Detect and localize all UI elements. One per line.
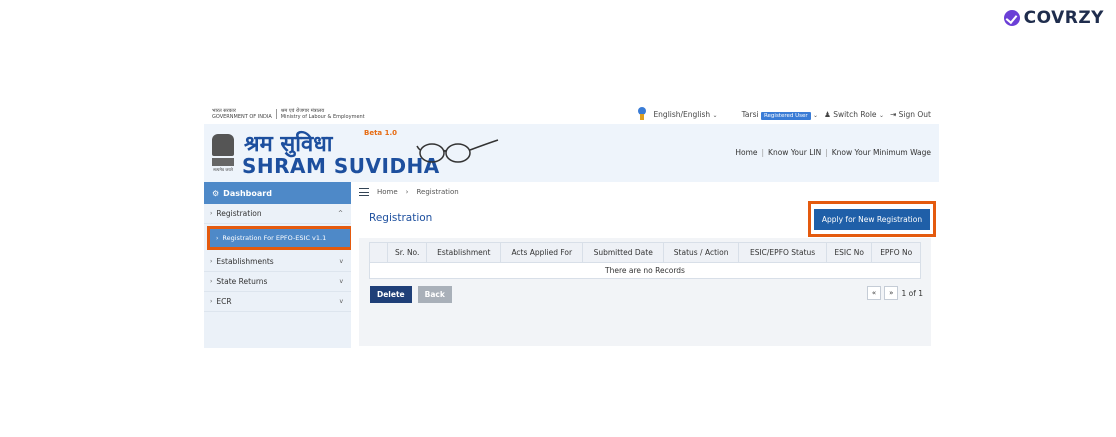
top-right-menu: English/English ⌄ Tarsi Registered User …: [637, 107, 931, 121]
pager-info: 1 of 1: [901, 288, 923, 298]
chevron-right-icon: ›: [210, 210, 213, 217]
chevron-down-icon: v: [339, 258, 343, 265]
chevron-down-icon: v: [339, 298, 343, 305]
users-icon: ♟: [824, 109, 831, 119]
nav-divider: |: [825, 148, 828, 157]
col-esic-epfo-status: ESIC/EPFO Status: [738, 242, 827, 263]
gov-line2b: Ministry of Labour & Employment: [280, 114, 365, 120]
covrzy-brand-name: COVRZY: [1023, 8, 1104, 28]
user-role-tag: Registered User: [760, 111, 811, 120]
language-select[interactable]: English/English ⌄: [653, 110, 717, 119]
nav-divider: |: [761, 148, 765, 157]
chevron-down-icon: ⌄: [712, 111, 718, 119]
gov-line1b: GOVERNMENT OF INDIA: [212, 114, 272, 120]
breadcrumb-current: Registration: [416, 188, 459, 196]
sidebar-item-label: ECR: [216, 297, 232, 306]
gov-label: भारत सरकार GOVERNMENT OF INDIA श्रम एवं …: [204, 108, 365, 120]
sidebar-item-label: Establishments: [216, 257, 274, 266]
site-title: SHRAM SUVIDHA: [242, 154, 440, 178]
pager-next-button[interactable]: »: [884, 286, 899, 300]
col-status-action: Status / Action: [662, 242, 740, 263]
registrations-card: Sr. No. Establishment Acts Applied For S…: [359, 238, 931, 346]
breadcrumb-separator: ›: [405, 188, 409, 196]
sidebar-subitem-registration-epfo-esic[interactable]: › Registration For EPFO-ESIC v1.1: [207, 226, 353, 250]
national-emblem-icon: सत्यमेव जयते: [212, 134, 234, 172]
chevron-down-icon: ⌄: [878, 111, 884, 119]
swachh-bharat-glasses-logo: [416, 138, 500, 166]
covrzy-shield-icon: [1003, 10, 1020, 26]
user-menu[interactable]: Tarsi Registered User ⌄: [741, 109, 819, 120]
pager-first-button[interactable]: «: [866, 286, 882, 300]
sidebar-item-establishments[interactable]: › Establishments v: [204, 252, 351, 272]
site-header: सत्यमेव जयते श्रम सुविधा Beta 1.0 SHRAM …: [204, 124, 939, 182]
apply-new-registration-button[interactable]: Apply for New Registration: [813, 208, 931, 230]
gov-divider: [275, 109, 277, 119]
chevron-right-icon: ›: [210, 258, 213, 265]
award-medal-icon: [637, 107, 647, 121]
table-header-row: Sr. No. Establishment Acts Applied For S…: [369, 242, 921, 263]
sidebar-item-registration[interactable]: › Registration ^: [204, 204, 351, 224]
beta-badge: Beta 1.0: [364, 129, 397, 137]
main-content: Home › Registration Registration Apply f…: [351, 182, 939, 348]
sign-out-label: Sign Out: [898, 109, 931, 119]
header-nav: Home | Know Your LIN | Know Your Minimum…: [735, 148, 931, 157]
col-acts-applied-for: Acts Applied For: [500, 242, 584, 263]
page-title: Registration: [369, 212, 433, 224]
switch-role-button[interactable]: ♟ Switch Role ⌄: [824, 110, 884, 119]
col-submitted-date: Submitted Date: [582, 242, 664, 263]
switch-role-label: Switch Role: [833, 109, 877, 119]
sidebar-subitem-label: Registration For EPFO-ESIC v1.1: [222, 234, 327, 242]
emblem-motto: सत्यमेव जयते: [213, 167, 233, 172]
breadcrumb-home[interactable]: Home: [377, 188, 398, 196]
chevron-right-icon: ›: [210, 298, 213, 305]
col-establishment: Establishment: [426, 242, 502, 263]
hamburger-menu-icon[interactable]: [359, 188, 369, 196]
action-buttons: Delete Back: [370, 286, 452, 303]
breadcrumb: Home › Registration: [359, 188, 459, 196]
pagination: « » 1 of 1: [866, 286, 923, 300]
delete-button[interactable]: Delete: [370, 286, 412, 303]
sidebar-item-ecr[interactable]: › ECR v: [204, 292, 351, 312]
empty-message: There are no Records: [369, 262, 921, 279]
col-esic-no: ESIC No: [825, 242, 873, 263]
table-row: There are no Records: [369, 262, 921, 279]
sidebar: ⚙ Dashboard › Registration ^ › Registrati…: [204, 182, 353, 348]
sidebar-item-label: Registration: [216, 209, 262, 218]
top-strip: भारत सरकार GOVERNMENT OF INDIA श्रम एवं …: [204, 104, 939, 124]
nav-know-your-minimum-wage[interactable]: Know Your Minimum Wage: [832, 148, 931, 157]
col-checkbox[interactable]: [369, 242, 388, 263]
sign-out-icon: ⇥: [889, 109, 897, 119]
chevron-right-icon: ›: [210, 278, 213, 285]
sidebar-item-label: State Returns: [216, 277, 268, 286]
dashboard-icon: ⚙: [212, 188, 220, 198]
back-button[interactable]: Back: [417, 286, 452, 303]
language-label: English/English: [653, 109, 711, 119]
chevron-up-icon: ^: [337, 210, 343, 217]
sidebar-dashboard-label: Dashboard: [223, 188, 272, 198]
col-epfo-no: EPFO No: [871, 242, 921, 263]
chevron-down-icon: v: [339, 278, 343, 285]
user-label: Tarsi: [741, 109, 759, 119]
nav-home[interactable]: Home: [735, 148, 757, 157]
nav-know-your-lin[interactable]: Know Your LIN: [768, 148, 821, 157]
sidebar-dashboard[interactable]: ⚙ Dashboard: [204, 182, 351, 204]
screenshot-frame: भारत सरकार GOVERNMENT OF INDIA श्रम एवं …: [204, 104, 939, 348]
col-sr-no: Sr. No.: [386, 242, 428, 263]
sign-out-button[interactable]: ⇥ Sign Out: [890, 110, 931, 119]
registrations-table: Sr. No. Establishment Acts Applied For S…: [369, 242, 921, 279]
chevron-right-icon: ›: [216, 234, 219, 242]
covrzy-brand: COVRZY: [1003, 8, 1104, 28]
chevron-down-icon: ⌄: [813, 111, 819, 119]
apply-highlight: Apply for New Registration: [808, 201, 936, 237]
sidebar-item-state-returns[interactable]: › State Returns v: [204, 272, 351, 292]
